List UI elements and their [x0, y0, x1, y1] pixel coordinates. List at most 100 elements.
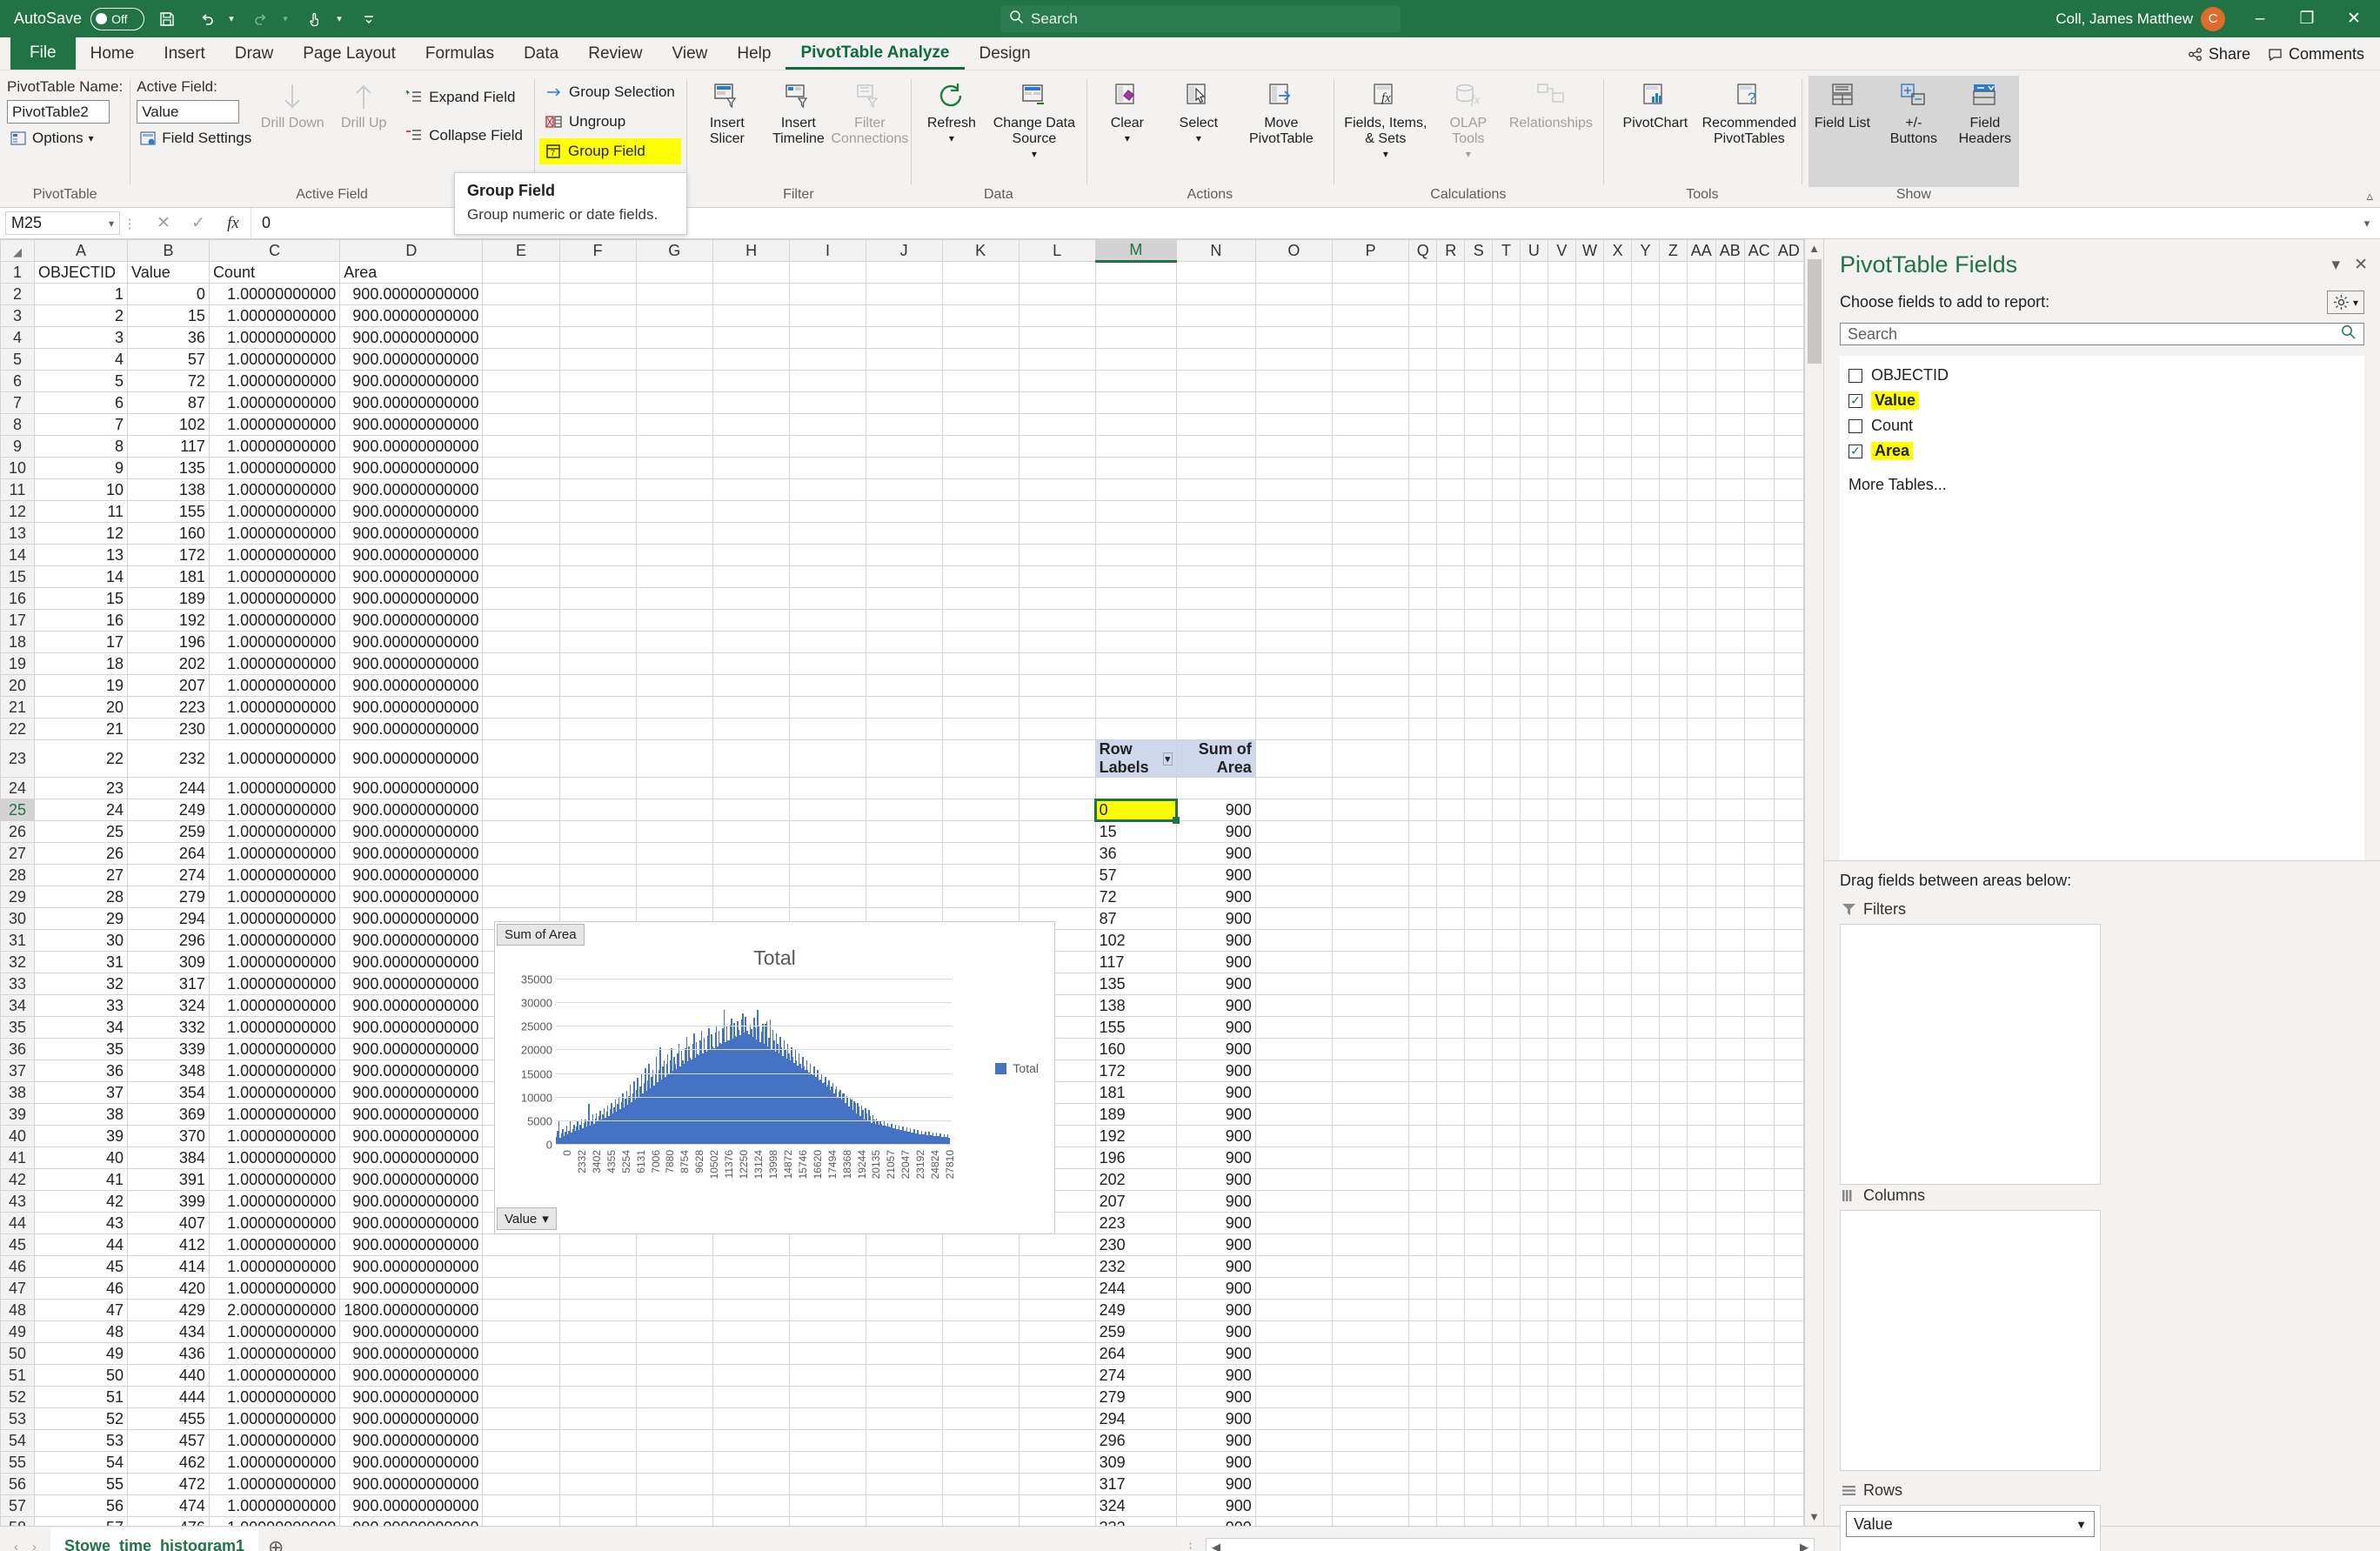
- cell-B20[interactable]: 207: [127, 674, 210, 697]
- column-header-i[interactable]: I: [789, 239, 866, 262]
- cell-A3[interactable]: 2: [33, 304, 129, 327]
- cell-X16[interactable]: [1603, 587, 1633, 610]
- cell-I23[interactable]: [789, 739, 866, 778]
- cell-Q51[interactable]: [1408, 1364, 1438, 1387]
- cell-Z21[interactable]: [1658, 696, 1688, 719]
- cell-A13[interactable]: 12: [33, 522, 129, 545]
- cell-AB24[interactable]: [1715, 777, 1745, 799]
- cell-H47[interactable]: [712, 1277, 791, 1300]
- cell-J45[interactable]: [865, 1233, 943, 1256]
- select-all-corner[interactable]: ◢: [0, 239, 35, 262]
- cell-G2[interactable]: [635, 283, 713, 305]
- cell-C57[interactable]: 1.00000000000: [208, 1494, 341, 1517]
- cell-G57[interactable]: [635, 1494, 713, 1517]
- cell-G51[interactable]: [635, 1364, 713, 1387]
- cell-M15[interactable]: [1094, 565, 1178, 588]
- cell-R47[interactable]: [1436, 1277, 1466, 1300]
- cell-O35[interactable]: [1254, 1016, 1334, 1039]
- cell-AD3[interactable]: [1773, 304, 1804, 327]
- cell-N29[interactable]: 900: [1176, 886, 1256, 908]
- cell-K28[interactable]: [941, 864, 1020, 886]
- cell-N22[interactable]: [1176, 718, 1256, 740]
- row-header-15[interactable]: 15: [0, 565, 35, 588]
- cell-R20[interactable]: [1436, 674, 1466, 697]
- cell-U9[interactable]: [1519, 435, 1548, 458]
- cell-G19[interactable]: [635, 652, 713, 675]
- row-header-24[interactable]: 24: [0, 777, 35, 799]
- cell-Z19[interactable]: [1658, 652, 1688, 675]
- table-row[interactable]: 14 13 172 1.00000000000 900.00000000000: [0, 544, 1804, 566]
- cell-K24[interactable]: [941, 777, 1020, 799]
- cell-AC49[interactable]: [1743, 1320, 1775, 1343]
- cell-C32[interactable]: 1.00000000000: [208, 951, 341, 973]
- cell-J50[interactable]: [865, 1342, 943, 1365]
- cell-R50[interactable]: [1436, 1342, 1466, 1365]
- cell-R38[interactable]: [1436, 1081, 1466, 1104]
- cell-H13[interactable]: [712, 522, 791, 545]
- cell-A52[interactable]: 51: [33, 1386, 129, 1408]
- cell-AA47[interactable]: [1686, 1277, 1716, 1300]
- cell-AD52[interactable]: [1773, 1386, 1804, 1408]
- cell-N28[interactable]: 900: [1176, 864, 1256, 886]
- cell-P28[interactable]: [1332, 864, 1410, 886]
- cell-B13[interactable]: 160: [127, 522, 210, 545]
- cell-O18[interactable]: [1254, 631, 1334, 653]
- cell-N31[interactable]: 900: [1176, 929, 1256, 952]
- cell-N35[interactable]: 900: [1176, 1016, 1256, 1039]
- cell-F54[interactable]: [558, 1429, 637, 1452]
- tab-file[interactable]: File: [10, 37, 76, 70]
- cell-AC1[interactable]: [1743, 261, 1775, 284]
- cell-M20[interactable]: [1094, 674, 1178, 697]
- cell-Q20[interactable]: [1408, 674, 1438, 697]
- cell-AA45[interactable]: [1686, 1233, 1716, 1256]
- cell-U49[interactable]: [1519, 1320, 1548, 1343]
- table-row[interactable]: 4 3 36 1.00000000000 900.00000000000: [0, 326, 1804, 349]
- cell-J24[interactable]: [865, 777, 943, 799]
- cell-R54[interactable]: [1436, 1429, 1466, 1452]
- cell-Z1[interactable]: [1658, 261, 1688, 284]
- cell-O3[interactable]: [1254, 304, 1334, 327]
- cell-R51[interactable]: [1436, 1364, 1466, 1387]
- cell-AD42[interactable]: [1773, 1168, 1804, 1191]
- cell-P9[interactable]: [1332, 435, 1410, 458]
- cell-AA8[interactable]: [1686, 413, 1716, 436]
- cell-M40[interactable]: 192: [1094, 1125, 1178, 1147]
- cell-U2[interactable]: [1519, 283, 1548, 305]
- cell-M31[interactable]: 102: [1094, 929, 1178, 952]
- cell-V23[interactable]: [1547, 739, 1576, 778]
- cell-AA1[interactable]: [1686, 261, 1716, 284]
- cell-L9[interactable]: [1018, 435, 1096, 458]
- cell-Y2[interactable]: [1631, 283, 1660, 305]
- cell-AB1[interactable]: [1715, 261, 1745, 284]
- cell-U29[interactable]: [1519, 886, 1548, 908]
- cell-E15[interactable]: [482, 565, 560, 588]
- cell-H10[interactable]: [712, 457, 791, 479]
- row-header-39[interactable]: 39: [0, 1103, 35, 1126]
- tab-help[interactable]: Help: [722, 38, 786, 70]
- tab-pivottable-analyze[interactable]: PivotTable Analyze: [786, 38, 965, 70]
- cell-O54[interactable]: [1254, 1429, 1334, 1452]
- cell-P19[interactable]: [1332, 652, 1410, 675]
- row-header-8[interactable]: 8: [0, 413, 35, 436]
- cell-J51[interactable]: [865, 1364, 943, 1387]
- cell-P21[interactable]: [1332, 696, 1410, 719]
- cell-D34[interactable]: 900.00000000000: [339, 994, 484, 1017]
- cell-P13[interactable]: [1332, 522, 1410, 545]
- cell-D50[interactable]: 900.00000000000: [339, 1342, 484, 1365]
- cell-Y36[interactable]: [1631, 1038, 1660, 1060]
- cell-P33[interactable]: [1332, 973, 1410, 995]
- cell-O50[interactable]: [1254, 1342, 1334, 1365]
- cell-F26[interactable]: [558, 820, 637, 843]
- cell-S58[interactable]: [1464, 1516, 1494, 1526]
- field-search-input[interactable]: Search: [1840, 323, 2364, 345]
- cell-O55[interactable]: [1254, 1451, 1334, 1474]
- cell-AD31[interactable]: [1773, 929, 1804, 952]
- cell-N7[interactable]: [1176, 391, 1256, 414]
- cell-N24[interactable]: [1176, 777, 1256, 799]
- cell-AA10[interactable]: [1686, 457, 1716, 479]
- cell-Z14[interactable]: [1658, 544, 1688, 566]
- cell-S4[interactable]: [1464, 326, 1494, 349]
- cell-C26[interactable]: 1.00000000000: [208, 820, 341, 843]
- cell-X45[interactable]: [1603, 1233, 1633, 1256]
- cell-N37[interactable]: 900: [1176, 1060, 1256, 1082]
